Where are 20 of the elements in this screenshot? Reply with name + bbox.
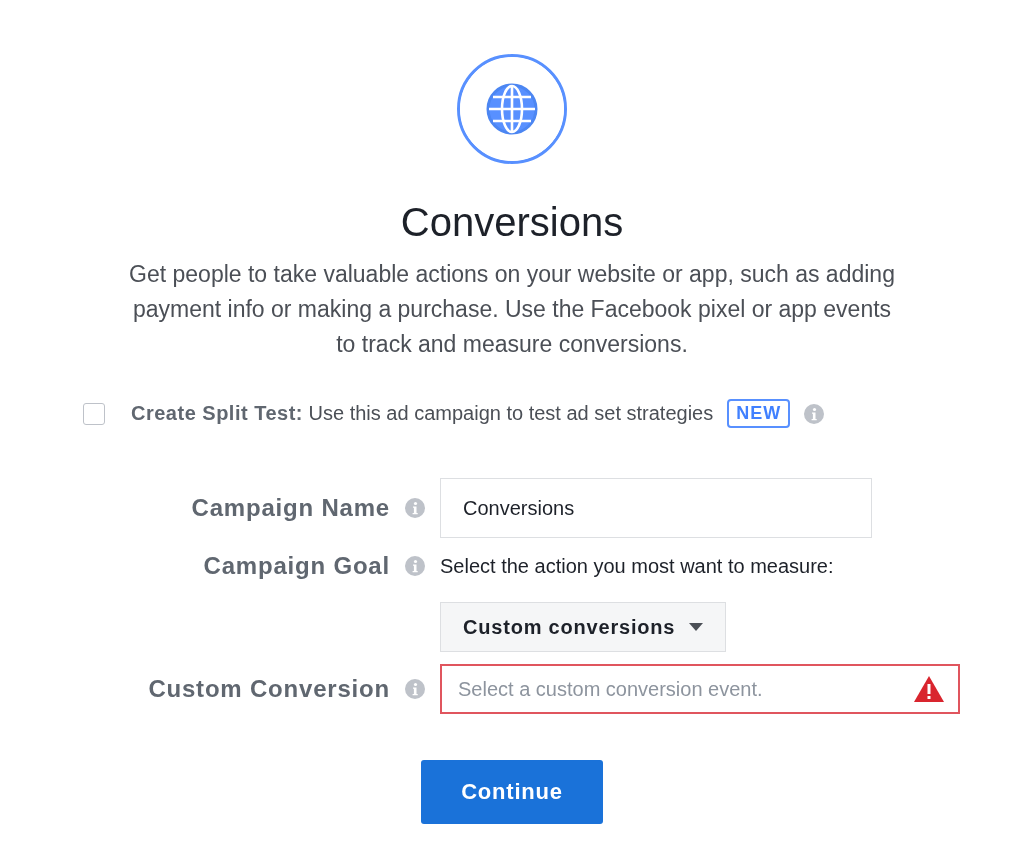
goal-prompt: Select the action you most want to measure:	[440, 554, 835, 579]
info-icon[interactable]	[405, 498, 425, 518]
page-title: Conversions	[400, 200, 624, 245]
caret-icon	[689, 623, 704, 631]
conversion-field[interactable]: Select a custom conversion event.	[440, 664, 960, 714]
globe-icon	[457, 54, 567, 164]
split-test-label: Create Split Test: Use this ad campaign to test ad set strategies	[131, 402, 714, 425]
field-label: Campaign Goal	[203, 551, 390, 581]
checkbox[interactable]	[83, 402, 105, 425]
goal-dropdown[interactable]: Custom conversions	[440, 602, 727, 652]
continue-button[interactable]: Continue	[421, 760, 603, 824]
info-icon[interactable]	[405, 679, 425, 699]
description: Get people to take valuable actions on your website or app, such as adding payment info or making a purchase. Use the Facebook pixel or app events to track and measure conversions.	[128, 260, 896, 359]
info-icon[interactable]	[405, 556, 425, 576]
field-label: Custom Conversion	[148, 674, 390, 704]
field-label: Campaign Name	[191, 493, 390, 523]
warning-icon	[914, 676, 944, 702]
campaign-name-field[interactable]: Conversions	[440, 478, 872, 538]
info-icon[interactable]	[804, 403, 825, 424]
new-badge: NEW	[727, 399, 791, 428]
